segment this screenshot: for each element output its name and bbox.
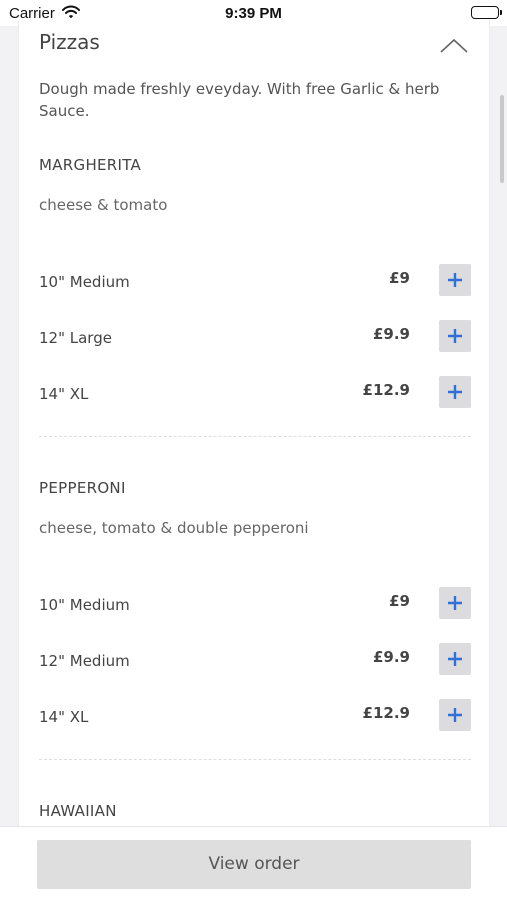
variant-size: 12" Medium [39, 652, 130, 670]
variant-size: 10" Medium [39, 273, 130, 291]
plus-icon [448, 329, 462, 343]
item-description: cheese, tomato & double pepperoni [39, 519, 309, 537]
menu-item-margherita: MARGHERITA cheese & tomato 10" Medium £9… [39, 156, 471, 408]
variant-size: 10" Medium [39, 596, 130, 614]
plus-icon [448, 652, 462, 666]
variant-price: £12.9 [362, 704, 410, 722]
variant-size: 12" Large [39, 329, 112, 347]
section-header[interactable]: Pizzas [39, 30, 469, 62]
variant-size: 14" XL [39, 708, 89, 726]
variant-row: 12" Large £9.9 [39, 320, 471, 354]
variant-row: 10" Medium £9 [39, 587, 471, 621]
add-button[interactable] [439, 643, 471, 675]
plus-icon [448, 708, 462, 722]
add-button[interactable] [439, 699, 471, 731]
variant-size: 14" XL [39, 385, 89, 403]
add-button[interactable] [439, 376, 471, 408]
item-description: cheese & tomato [39, 196, 168, 214]
item-name: PEPPERONI [39, 479, 126, 497]
add-button[interactable] [439, 264, 471, 296]
variant-price: £12.9 [362, 381, 410, 399]
variant-row: 14" XL £12.9 [39, 376, 471, 410]
item-name: HAWAIIAN [39, 802, 117, 820]
variant-price: £9 [389, 269, 410, 287]
menu-item-pepperoni: PEPPERONI cheese, tomato & double pepper… [39, 479, 471, 731]
menu-item-hawaiian: HAWAIIAN [39, 802, 471, 822]
scrollbar[interactable] [500, 95, 504, 183]
item-name: MARGHERITA [39, 156, 142, 174]
variant-row: 14" XL £12.9 [39, 699, 471, 733]
variant-row: 12" Medium £9.9 [39, 643, 471, 677]
plus-icon [448, 385, 462, 399]
menu-section-card: Pizzas Dough made freshly eveyday. With … [18, 20, 490, 826]
plus-icon [448, 273, 462, 287]
chevron-up-icon[interactable] [439, 34, 469, 56]
item-divider [39, 436, 471, 437]
battery-icon [471, 6, 502, 19]
variant-price: £9.9 [372, 648, 410, 666]
view-order-button[interactable]: View order [37, 840, 471, 889]
variant-row: 10" Medium £9 [39, 264, 471, 298]
section-title: Pizzas [39, 30, 100, 54]
section-description: Dough made freshly eveyday. With free Ga… [39, 80, 440, 120]
variant-price: £9 [389, 592, 410, 610]
add-button[interactable] [439, 587, 471, 619]
plus-icon [448, 596, 462, 610]
item-divider [39, 759, 471, 760]
variant-price: £9.9 [372, 325, 410, 343]
add-button[interactable] [439, 320, 471, 352]
bottom-bar: View order [0, 826, 507, 900]
